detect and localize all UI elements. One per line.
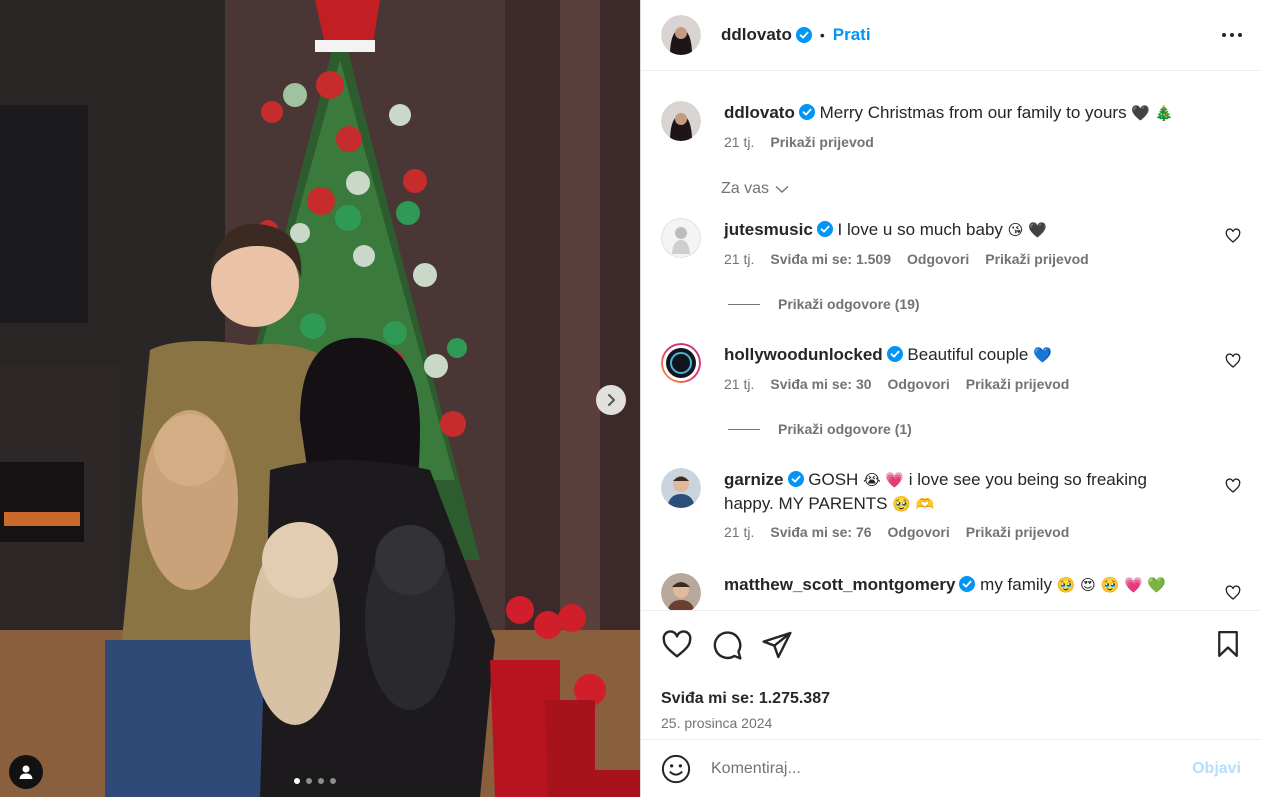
verified-badge-icon [787,471,804,487]
user-icon [19,765,33,779]
comment-likes[interactable]: Sviđa mi se: 76 [770,524,871,540]
tagged-users-button[interactable] [9,755,43,789]
post-photo[interactable] [0,0,640,797]
chevron-down-icon [775,185,789,193]
share-icon[interactable] [761,629,793,661]
post-actions-bar: Sviđa mi se: 1.275.387 25. prosinca 2024 [641,610,1261,731]
verified-badge-icon [816,221,833,237]
verified-badge-icon [886,346,903,362]
carousel-dot [330,778,336,784]
author-avatar[interactable] [661,101,701,141]
like-count[interactable]: Sviđa mi se: 1.275.387 [661,690,830,708]
comment-filter-label: Za vas [721,180,770,197]
caption-translate-link[interactable]: Prikaži prijevod [770,134,873,150]
commenter-avatar[interactable] [661,343,701,383]
replies-divider [728,303,760,305]
post-header: ddlovato • Prati [641,0,1261,71]
comment-age[interactable]: 21 tj. [724,251,754,267]
commenter-avatar[interactable] [661,218,701,258]
like-comment-icon[interactable] [1225,228,1241,244]
like-comment-icon[interactable] [1225,585,1241,601]
comment-emoji-line2: 🥹 🫶 [892,495,935,513]
reply-button[interactable]: Odgovori [907,251,969,267]
comment-text: GOSH [808,470,859,489]
post-comment-button[interactable]: Objavi [1192,760,1241,778]
replies-divider [728,428,760,430]
author-avatar[interactable] [661,15,701,55]
comment-text-line2: MY PARENTS [778,494,888,513]
comment-username[interactable]: garnize [724,470,784,489]
comment-username[interactable]: hollywoodunlocked [724,345,883,364]
view-replies-label: Prikaži odgovore (19) [778,296,920,312]
chevron-right-icon [608,394,615,406]
comment-likes[interactable]: Sviđa mi se: 30 [770,376,871,392]
comment-emoji: 🥹 😍 🥹 💗 💚 [1056,576,1167,594]
verified-badge-icon [798,104,815,120]
post-date: 25. prosinca 2024 [661,715,773,731]
comment-input[interactable] [711,759,1193,778]
comments-list[interactable]: ddlovato Merry Christmas from our family… [641,71,1261,610]
caption-username[interactable]: ddlovato [724,103,795,122]
comment-username[interactable]: matthew_scott_montgomery [724,575,955,594]
carousel-dot [318,778,324,784]
comment-emoji: 💙 [1033,346,1052,364]
carousel-dot [306,778,312,784]
post-side-panel: ddlovato • Prati ddlovato Merry Christma… [640,0,1261,797]
author-username[interactable]: ddlovato [721,25,792,45]
caption-emoji: 🖤 🎄 [1131,104,1174,122]
next-slide-button[interactable] [596,385,626,415]
verified-badge-icon [795,27,812,43]
view-replies-label: Prikaži odgovore (1) [778,421,912,437]
more-options-icon[interactable] [1221,24,1243,46]
caption-text: Merry Christmas from our family to yours [819,103,1127,122]
comment-icon[interactable] [711,629,743,661]
commenter-avatar[interactable] [661,573,701,610]
reply-button[interactable]: Odgovori [888,376,950,392]
comment-text: I love u so much baby [837,220,1003,239]
comment-age[interactable]: 21 tj. [724,376,754,392]
translate-link[interactable]: Prikaži prijevod [985,251,1088,267]
emoji-picker-icon[interactable] [661,754,691,784]
like-comment-icon[interactable] [1225,478,1241,494]
comment-emoji: 😘 🖤 [1007,221,1047,239]
carousel-indicator [294,778,336,784]
save-icon[interactable] [1213,629,1243,659]
translate-link[interactable]: Prikaži prijevod [966,376,1069,392]
post-dialog: ddlovato • Prati ddlovato Merry Christma… [0,0,1261,797]
comment-text: my family [980,575,1052,594]
comment-composer: Objavi [641,739,1261,797]
comment-text: Beautiful couple [907,345,1029,364]
comment-likes[interactable]: Sviđa mi se: 1.509 [770,251,891,267]
comment-username[interactable]: jutesmusic [724,220,813,239]
comment-emoji: 😭 💗 [863,471,905,489]
separator-dot: • [819,27,825,43]
reply-button[interactable]: Odgovori [888,524,950,540]
photo-illustration [0,0,640,797]
carousel-dot [294,778,300,784]
comment-filter-dropdown[interactable]: Za vas [721,180,790,198]
view-replies-button[interactable]: Prikaži odgovore (19) [728,296,920,312]
caption-age[interactable]: 21 tj. [724,134,754,150]
translate-link[interactable]: Prikaži prijevod [966,524,1069,540]
like-icon[interactable] [661,629,693,661]
follow-button[interactable]: Prati [833,25,871,45]
like-comment-icon[interactable] [1225,353,1241,369]
view-replies-button[interactable]: Prikaži odgovore (1) [728,421,912,437]
verified-badge-icon [959,576,976,592]
commenter-avatar[interactable] [661,468,701,508]
comment-age[interactable]: 21 tj. [724,524,754,540]
